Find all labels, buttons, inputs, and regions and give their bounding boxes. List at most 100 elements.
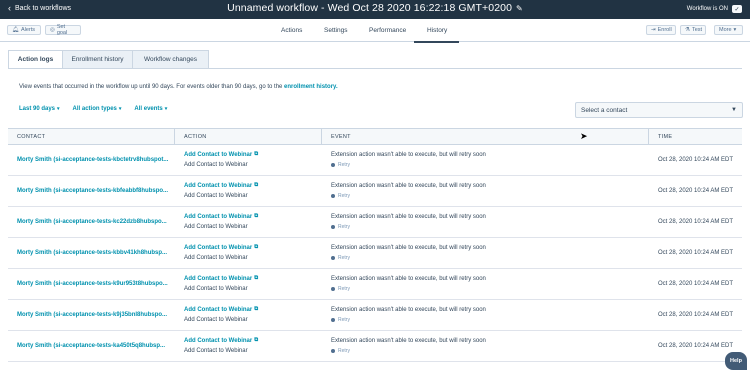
column-divider <box>174 129 175 146</box>
column-divider <box>648 129 649 146</box>
more-button[interactable]: More ▾ <box>714 25 743 35</box>
contact-select-placeholder: Select a contact <box>581 106 628 114</box>
status-dot-icon <box>331 225 335 229</box>
action-link-label: Add Contact to Webinar <box>184 182 253 189</box>
caret-down-icon: ▾ <box>733 27 737 33</box>
tab-actions[interactable]: Actions <box>281 27 302 34</box>
table-row: Morty Smith (si-acceptance-tests-kc22dzb… <box>8 207 742 238</box>
action-link[interactable]: Add Contact to Webinar ⧉ <box>184 151 258 158</box>
event-time: Oct 28, 2020 10:24 AM EDT <box>658 219 734 225</box>
action-subtitle: Add Contact to Webinar <box>184 224 248 230</box>
contact-link[interactable]: Morty Smith (si-acceptance-tests-k9ur953… <box>17 281 168 287</box>
action-type-filter[interactable]: All action types ▾ <box>73 106 122 112</box>
subtab-action-logs[interactable]: Action logs <box>8 50 62 69</box>
action-link-label: Add Contact to Webinar <box>184 151 253 158</box>
status-dot-icon <box>331 349 335 353</box>
contact-link[interactable]: Morty Smith (si-acceptance-tests-kbctetr… <box>17 157 168 163</box>
subtab-workflow-changes[interactable]: Workflow changes <box>132 50 209 69</box>
event-time: Oct 28, 2020 10:24 AM EDT <box>658 157 734 163</box>
workflow-status[interactable]: Workflow is ON ✓ <box>687 5 742 13</box>
history-subtabs: Action logs Enrollment history Workflow … <box>8 50 209 69</box>
action-link-label: Add Contact to Webinar <box>184 213 253 220</box>
history-description: View events that occurred in the workflo… <box>19 84 338 90</box>
table-row: Morty Smith (si-acceptance-tests-kbctetr… <box>8 145 742 176</box>
action-link-label: Add Contact to Webinar <box>184 244 253 251</box>
status-dot-icon <box>331 287 335 291</box>
action-subtitle: Add Contact to Webinar <box>184 162 248 168</box>
status-badge: Retry <box>331 286 350 292</box>
date-range-filter[interactable]: Last 90 days ▾ <box>19 106 60 112</box>
help-button[interactable]: Help <box>725 352 747 370</box>
subtab-enrollment-history[interactable]: Enrollment history <box>62 50 132 69</box>
action-link[interactable]: Add Contact to Webinar ⧉ <box>184 182 258 189</box>
event-time: Oct 28, 2020 10:24 AM EDT <box>658 343 734 349</box>
event-text: Extension action wasn't able to execute,… <box>331 338 486 344</box>
filters: Last 90 days ▾ All action types ▾ All even… <box>19 106 167 112</box>
enroll-icon: ⇥ <box>651 27 656 33</box>
external-link-icon: ⧉ <box>254 306 259 312</box>
status-label: Retry <box>338 286 350 292</box>
header-event[interactable]: EVENT <box>331 134 351 140</box>
status-badge: Retry <box>331 224 350 230</box>
header-time[interactable]: TIME <box>658 134 672 140</box>
external-link-icon: ⧉ <box>254 213 259 219</box>
action-link[interactable]: Add Contact to Webinar ⧉ <box>184 306 258 313</box>
action-link[interactable]: Add Contact to Webinar ⧉ <box>184 275 258 282</box>
enrollment-history-link[interactable]: enrollment history. <box>284 84 338 90</box>
external-link-icon: ⧉ <box>254 337 259 343</box>
event-filter[interactable]: All events ▾ <box>134 106 167 112</box>
workflow-status-label: Workflow is ON <box>686 6 728 12</box>
tab-settings[interactable]: Settings <box>324 27 348 34</box>
contact-link[interactable]: Morty Smith (si-acceptance-tests-kc22dzb… <box>17 219 167 225</box>
action-type-label: All action types <box>72 106 117 112</box>
event-text: Extension action wasn't able to execute,… <box>331 214 486 220</box>
external-link-icon: ⧉ <box>254 244 259 250</box>
status-label: Retry <box>338 255 350 261</box>
table-row: Morty Smith (si-acceptance-tests-kbbv41k… <box>8 238 742 269</box>
enroll-button[interactable]: ⇥ Enroll <box>646 25 676 35</box>
action-subtitle: Add Contact to Webinar <box>184 193 248 199</box>
test-label: Test <box>691 27 703 33</box>
contact-link[interactable]: Morty Smith (si-acceptance-tests-ka450t5… <box>17 343 165 349</box>
header-contact[interactable]: CONTACT <box>17 134 45 140</box>
event-time: Oct 28, 2020 10:24 AM EDT <box>658 281 734 287</box>
contact-link[interactable]: Morty Smith (si-acceptance-tests-kbfeabb… <box>17 188 168 194</box>
test-button[interactable]: ⚗ Test <box>680 25 706 35</box>
status-dot-icon <box>331 318 335 322</box>
action-link[interactable]: Add Contact to Webinar ⧉ <box>184 337 258 344</box>
status-badge: Retry <box>331 348 350 354</box>
event-text: Extension action wasn't able to execute,… <box>331 307 486 313</box>
action-link[interactable]: Add Contact to Webinar ⧉ <box>184 213 258 220</box>
status-dot-icon <box>331 163 335 167</box>
tab-performance[interactable]: Performance <box>369 27 406 34</box>
caret-down-icon: ▼ <box>731 107 737 113</box>
external-link-icon: ⧉ <box>254 151 259 157</box>
date-range-label: Last 90 days <box>19 106 56 112</box>
contact-link[interactable]: Morty Smith (si-acceptance-tests-kbbv41k… <box>17 250 167 256</box>
workflow-title[interactable]: Unnamed workflow - Wed Oct 28 2020 16:22… <box>0 2 750 14</box>
event-text: Extension action wasn't able to execute,… <box>331 183 486 189</box>
action-subtitle: Add Contact to Webinar <box>184 255 248 261</box>
event-text: Extension action wasn't able to execute,… <box>331 152 486 158</box>
workflow-nav-tabs: Actions Settings Performance History <box>0 24 750 43</box>
action-subtitle: Add Contact to Webinar <box>184 317 248 323</box>
table-row: Morty Smith (si-acceptance-tests-k9ur953… <box>8 269 742 300</box>
workflow-toggle[interactable]: ✓ <box>732 5 742 13</box>
status-badge: Retry <box>331 162 350 168</box>
subtab-divider <box>8 68 742 69</box>
header-action[interactable]: ACTION <box>184 134 207 140</box>
action-link-label: Add Contact to Webinar <box>184 275 253 282</box>
contact-link[interactable]: Morty Smith (si-acceptance-tests-k9j35bn… <box>17 312 167 318</box>
secondary-toolbar: 🔔︎ Alerts ◎ Set goal Actions Settings Pe… <box>0 19 750 43</box>
contact-select[interactable]: Select a contact ▼ <box>575 102 743 118</box>
table-row: Morty Smith (si-acceptance-tests-ka450t5… <box>8 331 742 362</box>
tab-history[interactable]: History <box>427 27 447 34</box>
pencil-icon[interactable]: ✎ <box>516 4 523 13</box>
enroll-label: Enroll <box>657 27 672 33</box>
test-icon: ⚗ <box>685 27 690 33</box>
action-link-label: Add Contact to Webinar <box>184 306 253 313</box>
caret-down-icon: ▾ <box>57 106 60 112</box>
action-link[interactable]: Add Contact to Webinar ⧉ <box>184 244 258 251</box>
table-row: Morty Smith (si-acceptance-tests-k9j35bn… <box>8 300 742 331</box>
action-link-label: Add Contact to Webinar <box>184 337 253 344</box>
